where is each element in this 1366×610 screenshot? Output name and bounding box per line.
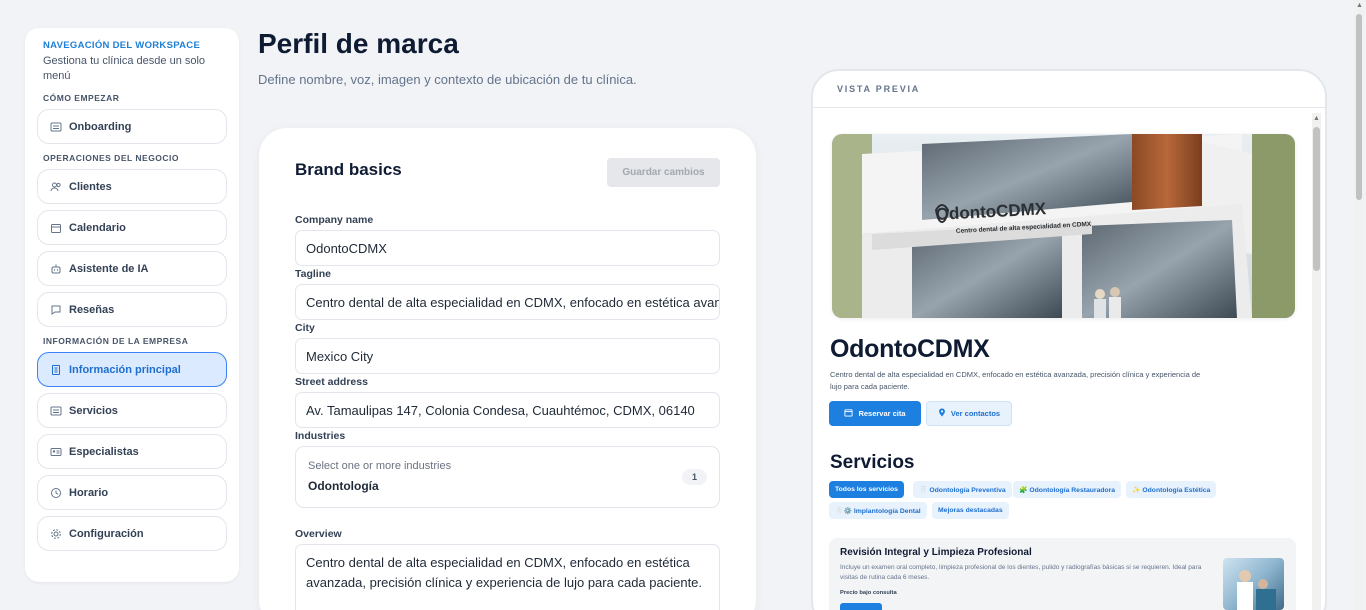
sidebar-subtitle: Gestiona tu clínica desde un solo menú	[43, 55, 206, 82]
tagline-label: Tagline	[295, 268, 331, 280]
sidebar-item-label: Información principal	[69, 363, 181, 376]
industries-count-badge: 1	[682, 469, 707, 485]
card-title: Brand basics	[295, 160, 402, 179]
service-action-button[interactable]	[840, 603, 882, 610]
sidebar-item-horario[interactable]: Horario	[37, 475, 227, 510]
page-scroll-thumb[interactable]	[1356, 14, 1362, 200]
preview-divider	[813, 107, 1325, 108]
building-icon	[50, 364, 62, 376]
overview-label: Overview	[295, 528, 342, 540]
industries-placeholder: Select one or more industries	[308, 460, 452, 472]
preview-scrollbar[interactable]: ▲	[1312, 113, 1321, 610]
location-pin-icon	[938, 408, 946, 419]
city-input[interactable]: Mexico City	[295, 338, 720, 374]
clinic-hero-image: OdontoCDMX Centro dental de alta especia…	[832, 134, 1295, 318]
page-subtitle: Define nombre, voz, imagen y contexto de…	[258, 72, 637, 87]
sidebar-item-label: Onboarding	[69, 120, 132, 133]
workspace-sidebar: NAVEGACIÓN DEL WORKSPACE Gestiona tu clí…	[25, 28, 239, 582]
company-name-label: Company name	[295, 214, 374, 226]
industries-label: Industries	[295, 430, 346, 442]
industries-select[interactable]: Select one or more industries Odontologí…	[295, 446, 720, 508]
street-address-input[interactable]: Av. Tamaulipas 147, Colonia Condesa, Cua…	[295, 392, 720, 428]
preview-panel: VISTA PREVIA ▲ OdontoCDMX Centro dental …	[811, 69, 1327, 610]
users-icon	[50, 181, 62, 193]
chip-featured[interactable]: Mejoras destacadas	[932, 502, 1009, 519]
calendar-icon	[844, 408, 853, 419]
save-button[interactable]: Guardar cambios	[607, 158, 720, 187]
sidebar-item-servicios[interactable]: Servicios	[37, 393, 227, 428]
preview-scroll-thumb[interactable]	[1313, 127, 1320, 271]
book-appointment-button[interactable]: Reservar cita	[829, 401, 921, 426]
section-start: CÓMO EMPEZAR	[43, 93, 120, 103]
sidebar-item-calendario[interactable]: Calendario	[37, 210, 227, 245]
city-label: City	[295, 322, 315, 334]
section-ops: OPERACIONES DEL NEGOCIO	[43, 153, 180, 163]
sidebar-item-configuracion[interactable]: Configuración	[37, 516, 227, 551]
service-name: Revisión Integral y Limpieza Profesional	[840, 547, 1032, 558]
page-title: Perfil de marca	[258, 28, 459, 59]
sidebar-item-label: Configuración	[69, 527, 144, 540]
view-contacts-button[interactable]: Ver contactos	[926, 401, 1012, 426]
brand-basics-card: Brand basics Guardar cambios Company nam…	[259, 128, 756, 610]
service-card[interactable]: Revisión Integral y Limpieza Profesional…	[829, 538, 1296, 610]
sidebar-item-asistente[interactable]: Asistente de IA	[37, 251, 227, 286]
service-price-label: Precio bajo consulta	[840, 590, 897, 596]
page-scrollbar[interactable]: ▲	[1354, 0, 1364, 610]
preview-tagline: Centro dental de alta especialidad en CD…	[830, 370, 1201, 391]
sidebar-title: NAVEGACIÓN DEL WORKSPACE	[43, 40, 201, 51]
sidebar-item-label: Horario	[69, 486, 109, 499]
tagline-input[interactable]: Centro dental de alta especialidad en CD…	[295, 284, 720, 320]
sidebar-item-label: Asistente de IA	[69, 262, 149, 275]
view-contacts-label: Ver contactos	[950, 409, 1001, 418]
overview-textarea[interactable]: Centro dental de alta especialidad en CD…	[295, 544, 720, 610]
sidebar-item-label: Reseñas	[69, 303, 115, 316]
service-description: Incluye un examen oral completo, limpiez…	[840, 564, 1202, 581]
scroll-up-arrow-icon[interactable]: ▲	[1356, 2, 1363, 9]
scroll-up-arrow-icon[interactable]: ▲	[1313, 115, 1320, 122]
preview-services-title: Servicios	[830, 452, 915, 473]
sidebar-item-clientes[interactable]: Clientes	[37, 169, 227, 204]
industries-selected-value: Odontología	[308, 479, 379, 493]
id-card-icon	[50, 446, 62, 458]
chip-aesthetic[interactable]: ✨ Odontología Estética	[1126, 481, 1217, 498]
sidebar-item-label: Calendario	[69, 221, 126, 234]
sidebar-item-onboarding[interactable]: Onboarding	[37, 109, 227, 144]
sidebar-item-especialistas[interactable]: Especialistas	[37, 434, 227, 469]
sidebar-item-label: Servicios	[69, 404, 118, 417]
sidebar-item-resenas[interactable]: Reseñas	[37, 292, 227, 327]
preview-label: VISTA PREVIA	[837, 84, 921, 94]
chip-all-services[interactable]: Todos los servicios	[829, 481, 904, 498]
chip-implantology[interactable]: 🦷⚙️ Implantología Dental	[829, 502, 927, 519]
clock-icon	[50, 487, 62, 499]
review-icon	[50, 304, 62, 316]
street-address-label: Street address	[295, 376, 368, 388]
robot-icon	[50, 263, 62, 275]
list-icon	[50, 405, 62, 417]
gear-icon	[50, 528, 62, 540]
calendar-icon	[50, 222, 62, 234]
sidebar-item-info[interactable]: Información principal	[37, 352, 227, 387]
preview-brand-name: OdontoCDMX	[830, 335, 990, 363]
service-image	[1223, 558, 1284, 610]
company-name-input[interactable]: OdontoCDMX	[295, 230, 720, 266]
sidebar-item-label: Especialistas	[69, 445, 139, 458]
sidebar-item-label: Clientes	[69, 180, 112, 193]
book-appointment-label: Reservar cita	[858, 409, 906, 418]
chip-restorative[interactable]: 🧩 Odontología Restauradora	[1013, 481, 1122, 498]
list-icon	[50, 121, 62, 133]
chip-preventive[interactable]: 🦷 Odontología Preventiva	[913, 481, 1012, 498]
clinic-building-illustration: OdontoCDMX Centro dental de alta especia…	[832, 134, 1295, 318]
section-company: INFORMACIÓN DE LA EMPRESA	[43, 336, 189, 346]
